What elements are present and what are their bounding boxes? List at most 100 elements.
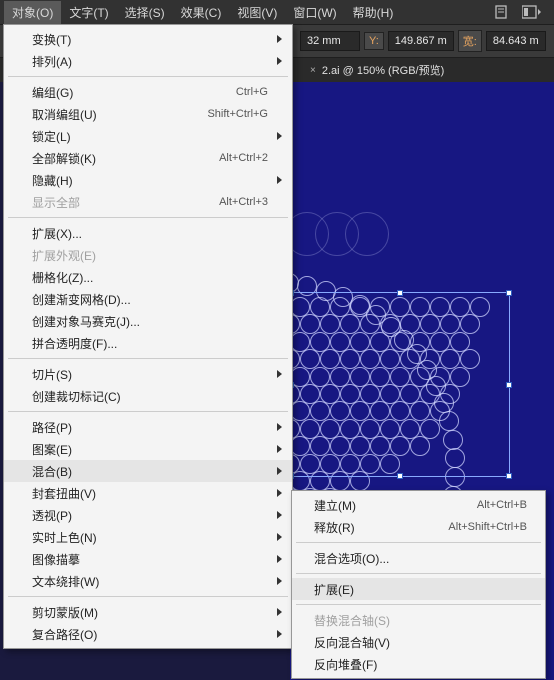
submenu-arrow-icon — [277, 35, 282, 43]
blend-submenu: 建立(M)Alt+Ctrl+B释放(R)Alt+Shift+Ctrl+B 混合选项… — [291, 490, 546, 679]
menu-window[interactable]: 窗口(W) — [285, 1, 344, 24]
submenu-item[interactable]: 扩展(E) — [292, 578, 545, 600]
menu-item[interactable]: 创建裁切标记(C) — [4, 385, 292, 407]
menu-item-label: 剪切蒙版(M) — [32, 604, 268, 621]
menu-item[interactable]: 隐藏(H) — [4, 169, 292, 191]
submenu-arrow-icon — [277, 467, 282, 475]
menu-item[interactable]: 复合路径(O) — [4, 623, 292, 645]
menu-item[interactable]: 扩展(X)... — [4, 222, 292, 244]
x-value[interactable]: 32 mm — [300, 31, 360, 51]
submenu-item-label: 释放(R) — [314, 519, 448, 536]
menu-item-label: 取消编组(U) — [32, 106, 207, 123]
menu-item[interactable]: 全部解锁(K)Alt+Ctrl+2 — [4, 147, 292, 169]
menu-separator — [8, 358, 288, 359]
selection-handle[interactable] — [506, 382, 512, 388]
menu-item-label: 复合路径(O) — [32, 626, 268, 643]
submenu-item-label: 替换混合轴(S) — [314, 612, 527, 629]
menu-separator — [8, 217, 288, 218]
submenu-item-label: 反向堆叠(F) — [314, 656, 527, 673]
selection-handle[interactable] — [397, 290, 403, 296]
menu-object[interactable]: 对象(O) — [4, 1, 61, 24]
menu-item[interactable]: 封套扭曲(V) — [4, 482, 292, 504]
submenu-arrow-icon — [277, 489, 282, 497]
menu-item[interactable]: 拼合透明度(F)... — [4, 332, 292, 354]
submenu-item-shortcut: Alt+Ctrl+B — [477, 499, 527, 511]
w-value[interactable]: 84.643 m — [486, 31, 546, 51]
menu-item[interactable]: 图像描摹 — [4, 548, 292, 570]
menu-item[interactable]: 变换(T) — [4, 28, 292, 50]
submenu-arrow-icon — [277, 511, 282, 519]
menu-item[interactable]: 切片(S) — [4, 363, 292, 385]
submenu-item[interactable]: 反向堆叠(F) — [292, 653, 545, 675]
menu-separator — [8, 596, 288, 597]
menu-item-label: 扩展外观(E) — [32, 247, 268, 264]
menu-type[interactable]: 文字(T) — [61, 1, 116, 24]
menu-item[interactable]: 混合(B) — [4, 460, 292, 482]
menu-item[interactable]: 路径(P) — [4, 416, 292, 438]
menu-item[interactable]: 栅格化(Z)... — [4, 266, 292, 288]
menu-item-label: 全部解锁(K) — [32, 150, 219, 167]
menubar-tools — [494, 5, 554, 19]
object-menu-dropdown: 变换(T)排列(A)编组(G)Ctrl+G取消编组(U)Shift+Ctrl+G… — [3, 24, 293, 649]
menubar: 对象(O) 文字(T) 选择(S) 效果(C) 视图(V) 窗口(W) 帮助(H… — [0, 0, 554, 24]
tab-close-icon[interactable]: × — [310, 65, 316, 76]
menu-item-label: 封套扭曲(V) — [32, 485, 268, 502]
menu-item[interactable]: 创建渐变网格(D)... — [4, 288, 292, 310]
selection-handle[interactable] — [506, 290, 512, 296]
workspace-switch-icon[interactable] — [522, 5, 540, 19]
menu-separator — [8, 76, 288, 77]
submenu-item[interactable]: 建立(M)Alt+Ctrl+B — [292, 494, 545, 516]
submenu-arrow-icon — [277, 370, 282, 378]
document-tab[interactable]: × 2.ai @ 150% (RGB/预览) — [300, 59, 454, 81]
menu-item-label: 图像描摹 — [32, 551, 268, 568]
tab-title: 2.ai @ 150% (RGB/预览) — [322, 62, 444, 78]
submenu-arrow-icon — [277, 423, 282, 431]
menu-item-shortcut: Shift+Ctrl+G — [207, 108, 268, 120]
submenu-item-label: 混合选项(O)... — [314, 550, 527, 567]
menu-view[interactable]: 视图(V) — [229, 1, 285, 24]
submenu-arrow-icon — [277, 533, 282, 541]
menu-item-label: 路径(P) — [32, 419, 268, 436]
submenu-item-label: 反向混合轴(V) — [314, 634, 527, 651]
menu-item[interactable]: 锁定(L) — [4, 125, 292, 147]
menu-item-label: 实时上色(N) — [32, 529, 268, 546]
menu-item[interactable]: 实时上色(N) — [4, 526, 292, 548]
menu-item[interactable]: 编组(G)Ctrl+G — [4, 81, 292, 103]
selection-handle[interactable] — [397, 473, 403, 479]
menu-help[interactable]: 帮助(H) — [345, 1, 402, 24]
menu-item-label: 创建裁切标记(C) — [32, 388, 268, 405]
submenu-arrow-icon — [277, 577, 282, 585]
menu-separator — [296, 542, 541, 543]
submenu-arrow-icon — [277, 132, 282, 140]
menu-item[interactable]: 取消编组(U)Shift+Ctrl+G — [4, 103, 292, 125]
menu-item[interactable]: 排列(A) — [4, 50, 292, 72]
selection-handle[interactable] — [506, 473, 512, 479]
submenu-item-label: 扩展(E) — [314, 581, 527, 598]
menu-item-label: 拼合透明度(F)... — [32, 335, 268, 352]
menu-item[interactable]: 图案(E) — [4, 438, 292, 460]
menu-item-label: 创建渐变网格(D)... — [32, 291, 268, 308]
submenu-item[interactable]: 释放(R)Alt+Shift+Ctrl+B — [292, 516, 545, 538]
menu-item-label: 显示全部 — [32, 194, 219, 211]
menu-item-label: 文本绕排(W) — [32, 573, 268, 590]
menu-item: 显示全部Alt+Ctrl+3 — [4, 191, 292, 213]
menu-select[interactable]: 选择(S) — [117, 1, 173, 24]
submenu-item[interactable]: 混合选项(O)... — [292, 547, 545, 569]
y-value[interactable]: 149.867 m — [388, 31, 454, 51]
menu-item[interactable]: 创建对象马赛克(J)... — [4, 310, 292, 332]
menu-item-shortcut: Ctrl+G — [236, 86, 268, 98]
submenu-arrow-icon — [277, 608, 282, 616]
menu-separator — [296, 573, 541, 574]
menu-item[interactable]: 透视(P) — [4, 504, 292, 526]
submenu-item[interactable]: 反向混合轴(V) — [292, 631, 545, 653]
doc-icon[interactable] — [494, 5, 512, 19]
menu-effect[interactable]: 效果(C) — [173, 1, 230, 24]
menu-item-label: 栅格化(Z)... — [32, 269, 268, 286]
menu-separator — [296, 604, 541, 605]
menu-item-label: 变换(T) — [32, 31, 268, 48]
menu-item-label: 切片(S) — [32, 366, 268, 383]
menu-item[interactable]: 剪切蒙版(M) — [4, 601, 292, 623]
menu-item[interactable]: 文本绕排(W) — [4, 570, 292, 592]
menu-item-shortcut: Alt+Ctrl+3 — [219, 196, 268, 208]
menu-item-label: 排列(A) — [32, 53, 268, 70]
